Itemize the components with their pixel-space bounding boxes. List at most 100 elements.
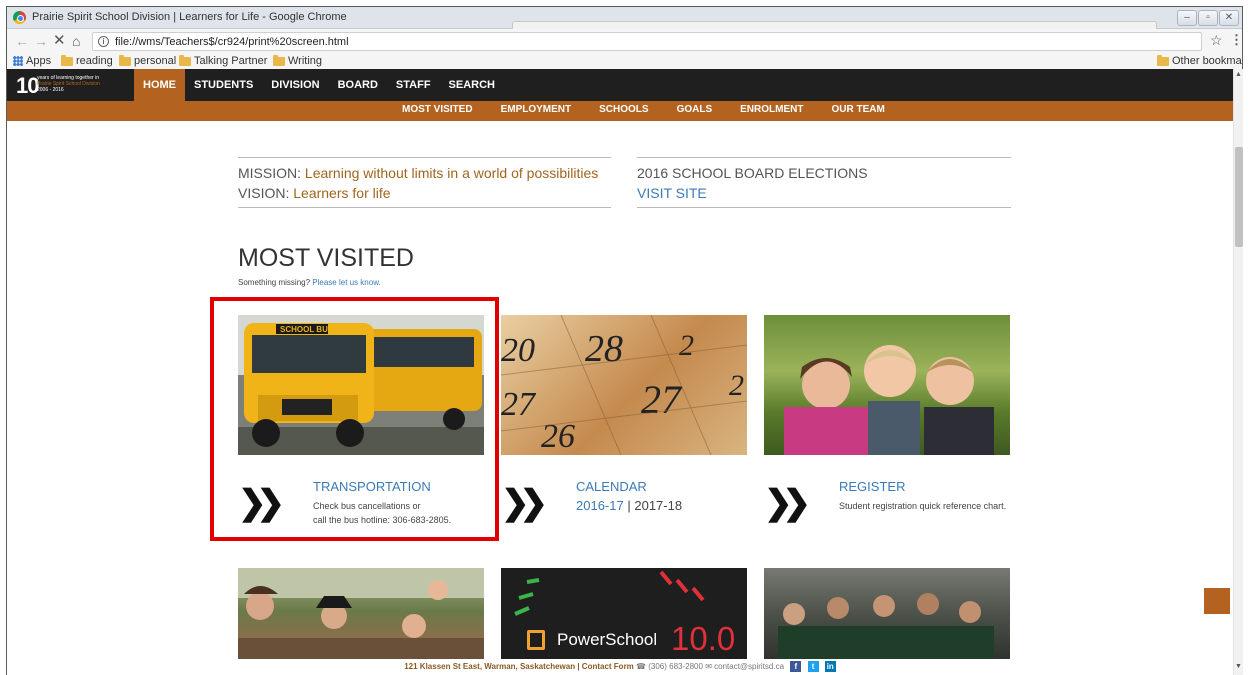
logo-text[interactable]: years of learning together in Prairie Sp… — [37, 75, 127, 93]
chrome-menu-icon[interactable]: ⋮ — [1230, 32, 1242, 48]
footer-address[interactable]: 121 Klassen St East, Warman, Saskatchewa… — [404, 662, 634, 671]
register-desc: Student registration quick reference cha… — [839, 501, 1007, 511]
sports-team-illustration — [778, 593, 994, 663]
forward-icon[interactable]: → — [34, 33, 48, 49]
mail-icon: ✉ — [705, 662, 712, 671]
twitter-icon[interactable]: t — [807, 661, 819, 673]
bookmark-writing[interactable]: Writing — [273, 54, 322, 67]
children-illustration — [784, 345, 994, 455]
window-title: Prairie Spirit School Division | Learner… — [32, 11, 347, 23]
folder-icon — [273, 54, 285, 66]
most-visited-heading: MOST VISITED — [238, 244, 414, 272]
bookmark-other[interactable]: Other bookmarks — [1157, 54, 1242, 67]
vision-text: Learners for life — [293, 185, 391, 201]
calendar-image[interactable]: 20 28 2 27 27 26 2 — [501, 315, 747, 455]
page-scrollbar[interactable]: ▲ ▼ — [1233, 69, 1243, 675]
maximize-button[interactable]: ▫ — [1198, 10, 1218, 26]
linkedin-icon[interactable]: in — [824, 661, 836, 673]
tab-strip[interactable] — [512, 21, 1157, 29]
scroll-thumb[interactable] — [1235, 147, 1243, 247]
bookmark-talking-partner[interactable]: Talking Partner — [179, 54, 267, 67]
visit-site-link[interactable]: VISIT SITE — [637, 183, 1011, 203]
register-arrow-icon[interactable]: ❯❯ — [764, 483, 811, 523]
bookmark-star-icon[interactable]: ☆ — [1210, 32, 1223, 49]
bookmark-personal[interactable]: personal — [119, 54, 176, 67]
scroll-down-icon[interactable]: ▼ — [1235, 663, 1242, 670]
powerschool-version: 10.0 — [671, 620, 736, 657]
bookmark-apps[interactable]: Apps — [13, 55, 51, 67]
subnav-employment[interactable]: EMPLOYMENT — [487, 101, 586, 121]
calendar-arrow-icon[interactable]: ❯❯ — [501, 483, 548, 523]
back-icon[interactable]: ← — [15, 33, 29, 49]
powerschool-image[interactable]: PowerSchool 10.0 — [501, 568, 747, 663]
stop-icon[interactable]: ✕ — [53, 33, 66, 49]
nav-home[interactable]: HOME — [134, 69, 185, 101]
subnav-most-visited[interactable]: MOST VISITED — [388, 101, 487, 121]
nav-staff[interactable]: STAFF — [387, 69, 440, 101]
footer-email[interactable]: contact@spiritsd.ca — [714, 662, 784, 671]
mission-vision-box: MISSION: Learning without limits in a wo… — [238, 157, 611, 208]
title-bar: Prairie Spirit School Division | Learner… — [7, 7, 1242, 29]
election-title: 2016 SCHOOL BOARD ELECTIONS — [637, 165, 868, 181]
calendar-link[interactable]: CALENDAR — [576, 479, 647, 494]
calendar-year-links: 2016-17 | 2017-18 — [576, 498, 683, 513]
main-nav: HOME STUDENTS DIVISION BOARD STAFF SEARC… — [134, 69, 504, 101]
sports-image[interactable] — [764, 568, 1010, 663]
nav-board[interactable]: BOARD — [329, 69, 387, 101]
svg-text:27: 27 — [641, 377, 683, 422]
close-button[interactable]: ✕ — [1219, 10, 1239, 26]
facebook-icon[interactable]: f — [790, 661, 802, 673]
powerschool-text: PowerSchool — [557, 630, 658, 649]
phone-icon: ☎ — [636, 662, 646, 671]
register-link[interactable]: REGISTER — [839, 479, 905, 494]
page-viewport: 10 years of learning together in Prairie… — [7, 69, 1233, 675]
browser-toolbar: ← → ✕ ⌂ i file://wms/Teachers$/cr924/pri… — [7, 29, 1242, 54]
garden-image[interactable] — [238, 568, 484, 663]
mission-text: Learning without limits in a world of po… — [304, 165, 599, 181]
address-bar[interactable]: i file://wms/Teachers$/cr924/print%20scr… — [92, 32, 1202, 51]
subnav-enrolment[interactable]: ENROLMENT — [726, 101, 817, 121]
folder-icon — [179, 54, 191, 66]
svg-text:2: 2 — [729, 369, 744, 402]
info-icon[interactable]: i — [98, 36, 109, 47]
register-image[interactable] — [764, 315, 1010, 455]
mission-line: MISSION: Learning without limits in a wo… — [238, 165, 599, 181]
bookmark-reading[interactable]: reading — [61, 54, 113, 67]
chrome-logo-icon — [13, 11, 26, 24]
highlight-annotation — [210, 297, 499, 541]
calendar-2016-17-link[interactable]: 2016-17 — [576, 498, 624, 513]
nav-search[interactable]: SEARCH — [440, 69, 504, 101]
sub-nav: MOST VISITED EMPLOYMENT SCHOOLS GOALS EN… — [7, 101, 1233, 121]
let-us-know-link[interactable]: Please let us know. — [312, 278, 380, 287]
logo-number[interactable]: 10 — [16, 73, 40, 99]
svg-text:2: 2 — [679, 329, 694, 362]
site-header: 10 years of learning together in Prairie… — [7, 69, 1233, 101]
nav-students[interactable]: STUDENTS — [185, 69, 262, 101]
logo-years: 2006 - 2016 — [37, 87, 64, 93]
garden-illustration — [238, 568, 484, 663]
subnav-schools[interactable]: SCHOOLS — [585, 101, 662, 121]
folder-icon — [119, 54, 131, 66]
svg-text:20: 20 — [501, 332, 535, 369]
vision-line: VISION: Learners for life — [238, 185, 391, 201]
bookmarks-bar: Apps reading personal Talking Partner Wr… — [7, 54, 1242, 70]
minimize-button[interactable]: – — [1177, 10, 1197, 26]
calendar-2017-18-link[interactable]: 2017-18 — [634, 498, 682, 513]
powerschool-logo-icon — [527, 630, 545, 650]
subnav-goals[interactable]: GOALS — [663, 101, 727, 121]
scroll-up-icon[interactable]: ▲ — [1235, 71, 1242, 78]
folder-icon — [61, 54, 73, 66]
powerschool-gauge-icon — [514, 570, 705, 616]
folder-icon — [1157, 54, 1169, 66]
nav-division[interactable]: DIVISION — [262, 69, 328, 101]
home-icon[interactable]: ⌂ — [72, 33, 80, 49]
subnav-our-team[interactable]: OUR TEAM — [817, 101, 898, 121]
footer-bar: 121 Klassen St East, Warman, Saskatchewa… — [7, 659, 1233, 675]
election-box: 2016 SCHOOL BOARD ELECTIONS VISIT SITE — [637, 157, 1011, 208]
calendar-illustration: 20 28 2 27 27 26 2 — [501, 315, 747, 455]
footer-phone[interactable]: (306) 683-2800 — [648, 662, 703, 671]
back-to-top-button[interactable] — [1204, 588, 1230, 614]
missing-note: Something missing? Please let us know. — [238, 278, 381, 287]
svg-text:27: 27 — [501, 386, 537, 423]
url-text[interactable]: file://wms/Teachers$/cr924/print%20scree… — [115, 36, 349, 48]
